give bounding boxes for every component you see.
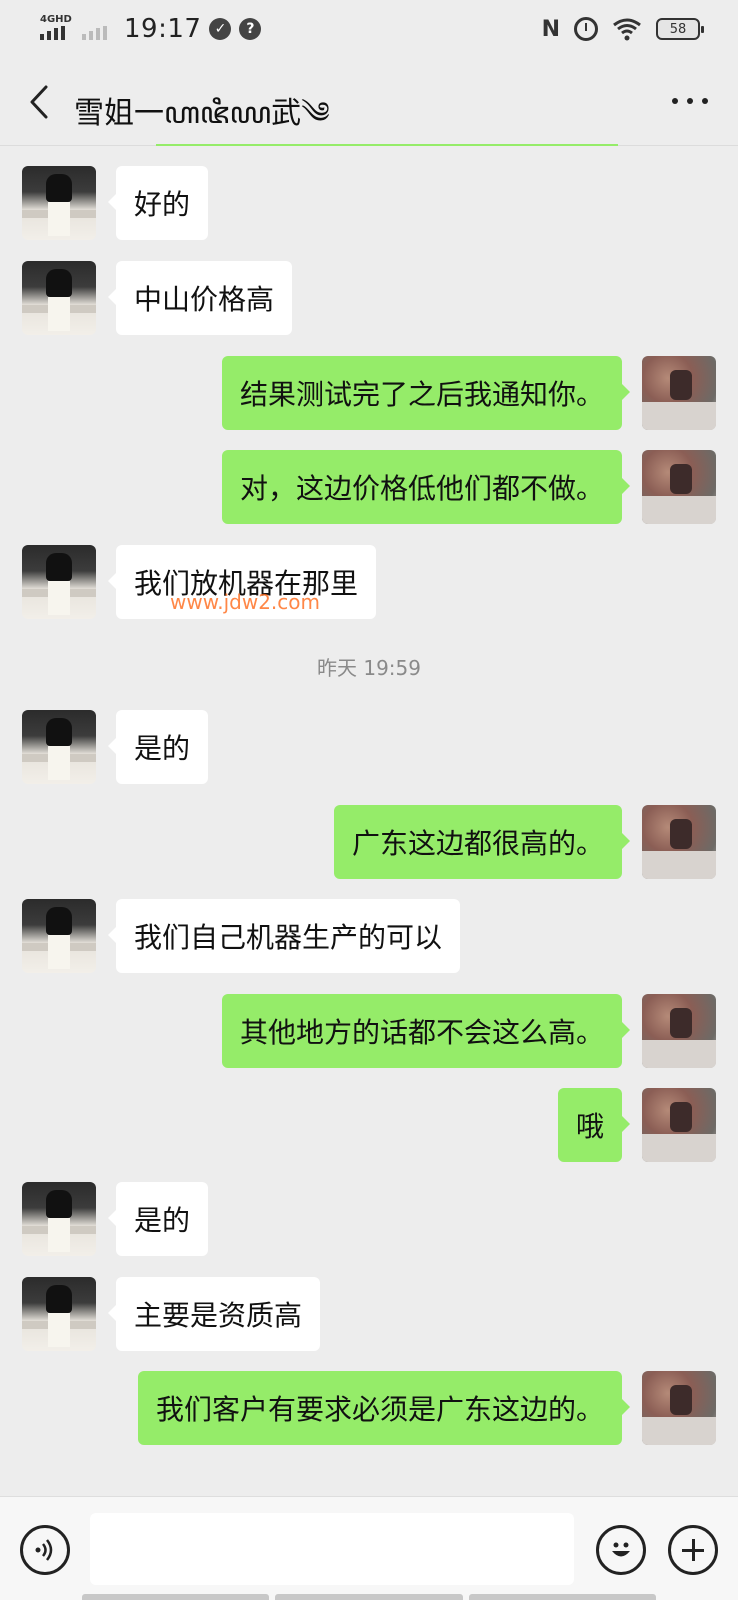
- message-row: 我们客户有要求必须是广东这边的。: [0, 1371, 738, 1445]
- wifi-icon: [613, 18, 641, 41]
- sent-bubble[interactable]: 结果测试完了之后我通知你。: [221, 356, 631, 430]
- plus-icon[interactable]: [668, 1525, 718, 1575]
- nfc-icon: N: [541, 16, 560, 42]
- my-avatar[interactable]: [642, 994, 716, 1068]
- my-avatar[interactable]: [642, 1371, 716, 1445]
- sent-bubble[interactable]: 我们客户有要求必须是广东这边的。: [137, 1371, 631, 1445]
- signal-icon: 4GHD: [40, 14, 74, 42]
- chat-timestamp: 昨天 19:59: [317, 656, 421, 680]
- sent-bubble[interactable]: 广东这边都很高的。: [333, 805, 631, 879]
- message-row: 主要是资质高: [0, 1277, 738, 1351]
- message-row: 是的: [0, 710, 738, 784]
- message-row: 我们放机器在那里: [0, 545, 738, 619]
- battery-indicator: 58: [656, 18, 704, 40]
- received-bubble[interactable]: 中山价格高: [107, 261, 293, 335]
- signal-2-icon: [82, 16, 116, 42]
- status-bar: 4GHD 19:17 ✓ ? N 58: [0, 0, 738, 58]
- sent-bubble[interactable]: 哦: [557, 1088, 631, 1162]
- contact-avatar[interactable]: [22, 899, 96, 973]
- chat-header: 雪姐一ꦲꦗꦶꦪ武༄: [0, 58, 738, 146]
- message-row: 我们自己机器生产的可以: [0, 899, 738, 973]
- help-icon: ?: [239, 18, 262, 40]
- message-row: 结果测试完了之后我通知你。: [0, 356, 738, 430]
- voice-icon[interactable]: [20, 1525, 70, 1575]
- more-dots-icon[interactable]: [672, 86, 708, 116]
- message-row: 对，这边价格低他们都不做。: [0, 450, 738, 524]
- message-row: 哦: [0, 1088, 738, 1162]
- received-bubble[interactable]: 是的: [107, 710, 209, 784]
- alarm-icon: [574, 17, 598, 41]
- my-avatar[interactable]: [642, 805, 716, 879]
- contact-avatar[interactable]: [22, 545, 96, 619]
- contact-avatar[interactable]: [22, 166, 96, 240]
- message-input[interactable]: [90, 1513, 574, 1585]
- my-avatar[interactable]: [642, 1088, 716, 1162]
- message-row: 是的: [0, 1182, 738, 1256]
- my-avatar[interactable]: [642, 356, 716, 430]
- message-list[interactable]: 好的 中山价格高 结果测试完了之后我通知你。 对，这边价格低他们都不做。 我们放…: [0, 146, 738, 1496]
- notification-icon: ✓: [209, 18, 232, 40]
- emoji-icon[interactable]: [596, 1525, 646, 1575]
- message-row: 中山价格高: [0, 261, 738, 335]
- message-row: 其他地方的话都不会这么高。: [0, 994, 738, 1068]
- received-bubble[interactable]: 主要是资质高: [107, 1277, 321, 1351]
- bottom-strip: [82, 1594, 656, 1600]
- my-avatar[interactable]: [642, 450, 716, 524]
- received-bubble[interactable]: 好的: [107, 166, 209, 240]
- contact-avatar[interactable]: [22, 261, 96, 335]
- contact-avatar[interactable]: [22, 1277, 96, 1351]
- contact-avatar[interactable]: [22, 710, 96, 784]
- sent-bubble[interactable]: 对，这边价格低他们都不做。: [221, 450, 631, 524]
- received-bubble[interactable]: 我们自己机器生产的可以: [107, 899, 461, 973]
- status-left: 4GHD 19:17 ✓ ?: [40, 14, 262, 44]
- watermark: www.jdw2.com: [170, 590, 320, 614]
- contact-avatar[interactable]: [22, 1182, 96, 1256]
- message-row: 好的: [0, 166, 738, 240]
- back-arrow-icon[interactable]: [24, 84, 54, 120]
- network-type: 4GHD: [40, 14, 72, 25]
- message-row: 广东这边都很高的。: [0, 805, 738, 879]
- status-time: 19:17: [124, 14, 202, 44]
- sent-bubble[interactable]: 其他地方的话都不会这么高。: [221, 994, 631, 1068]
- received-bubble[interactable]: 是的: [107, 1182, 209, 1256]
- status-right: N 58: [541, 16, 704, 42]
- input-bar: [0, 1496, 738, 1600]
